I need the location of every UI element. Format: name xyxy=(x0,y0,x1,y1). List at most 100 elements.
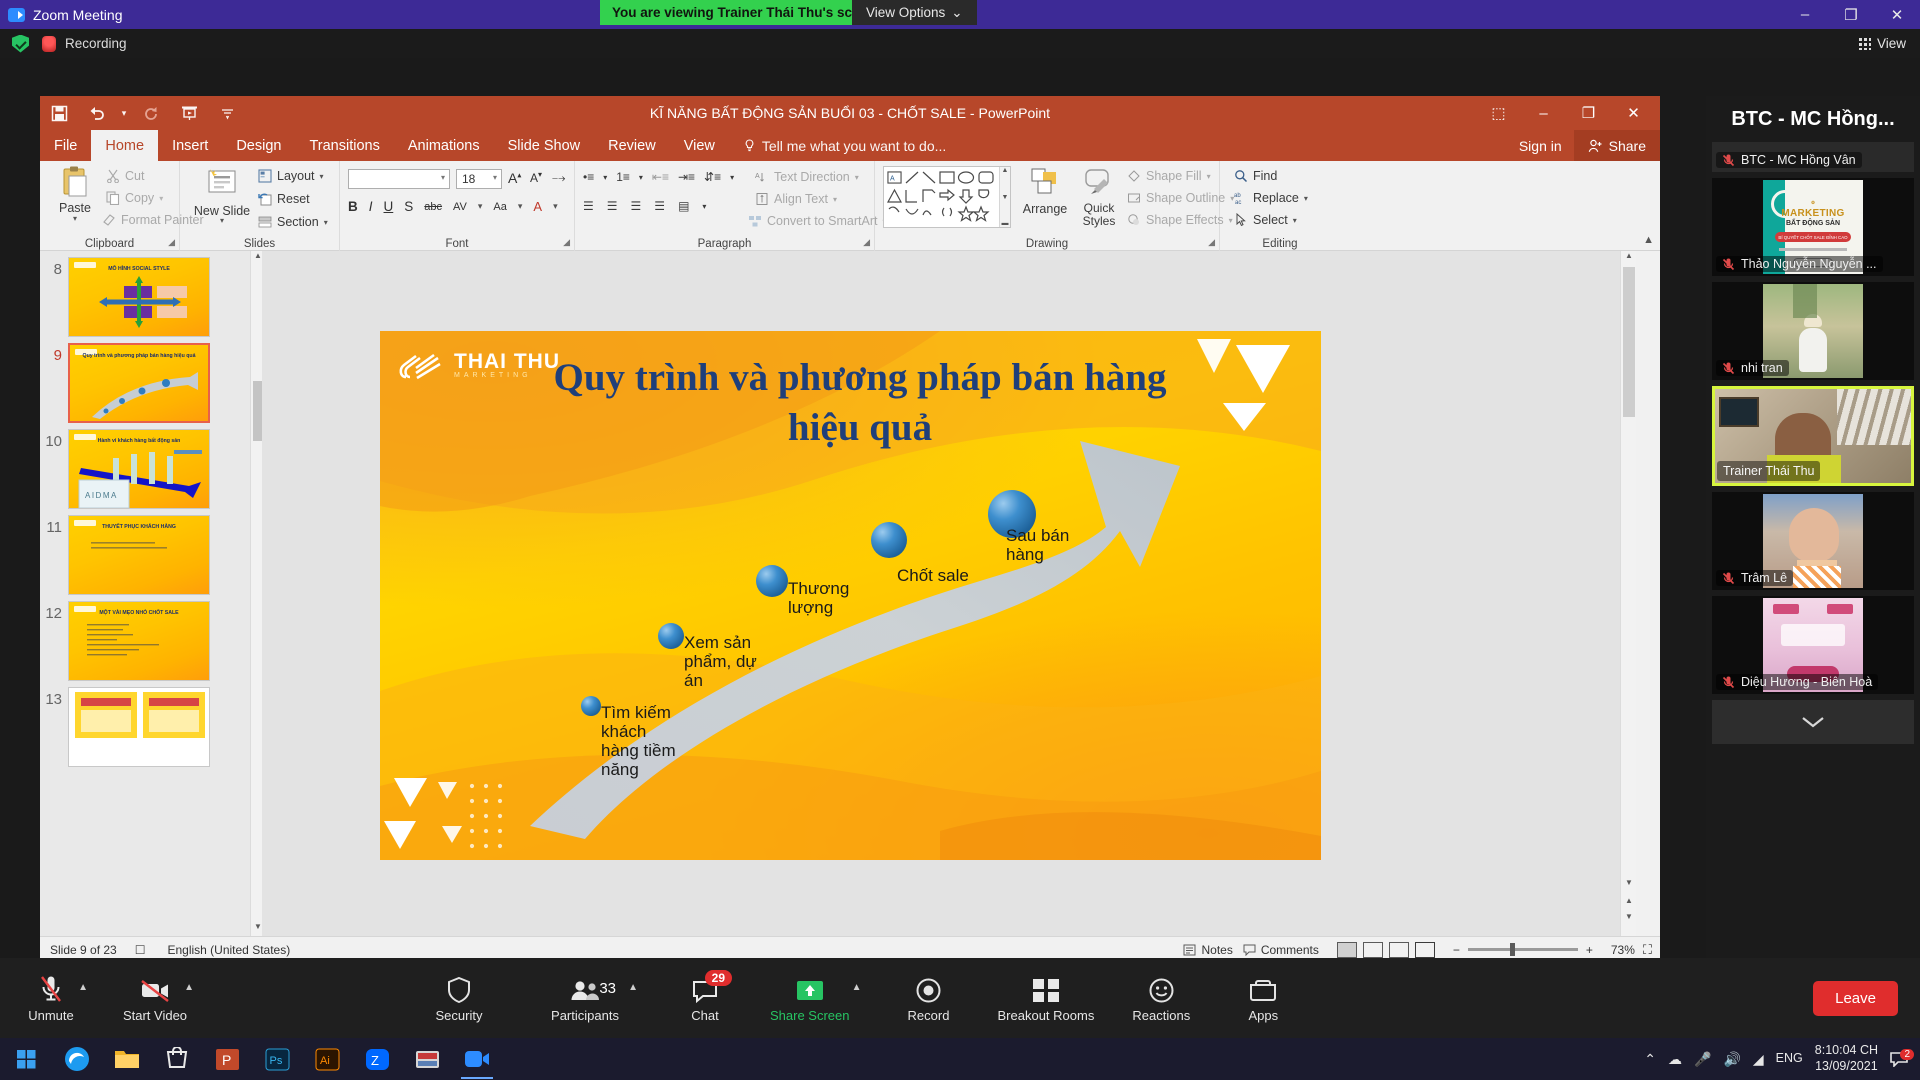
start-presentation-icon[interactable] xyxy=(170,96,208,130)
zoom-minimize-button[interactable]: – xyxy=(1782,0,1828,29)
reactions-button[interactable]: Reactions xyxy=(1124,958,1198,1038)
save-icon[interactable] xyxy=(40,96,78,130)
increase-font-size-icon[interactable]: A▴ xyxy=(508,170,521,186)
chat-button[interactable]: Chat 29 xyxy=(668,958,742,1038)
underline-button[interactable]: U xyxy=(384,199,394,214)
unmute-button[interactable]: Unmute ▲ xyxy=(14,958,88,1038)
step-label-2[interactable]: Xem sản phẩm, dự án xyxy=(684,633,772,690)
zoom-app-icon[interactable] xyxy=(452,1038,502,1080)
speaker-icon[interactable]: 🔊 xyxy=(1723,1051,1740,1068)
tab-design[interactable]: Design xyxy=(222,130,295,161)
sign-in-button[interactable]: Sign in xyxy=(1507,138,1574,154)
replace-button[interactable]: abac Replace ▾ xyxy=(1234,191,1308,205)
customize-qat-icon[interactable] xyxy=(208,96,246,130)
drawing-dialog-launcher[interactable]: ◢ xyxy=(1208,237,1215,248)
powerpoint-icon[interactable]: P xyxy=(202,1038,252,1080)
fit-to-window-icon[interactable]: ⛶ xyxy=(1643,942,1652,958)
slide-thumbnails-panel[interactable]: 8 MÔ HÌNH SOCIAL STYLE 9 Quy trình xyxy=(40,251,250,936)
numbering-dropdown-icon[interactable]: ▾ xyxy=(639,173,643,182)
tab-file[interactable]: File xyxy=(40,130,91,161)
participants-button[interactable]: Participants 33 ▲ xyxy=(548,958,622,1038)
step-label-1[interactable]: Tìm kiếm khách hàng tiềm năng xyxy=(601,703,679,779)
share-screen-button[interactable]: Share Screen ▲ xyxy=(770,958,850,1038)
paste-button[interactable]: Paste ▾ xyxy=(52,165,98,223)
participant-tile-dieu-huong[interactable]: Diệu Hương - Biên Hoà xyxy=(1712,596,1914,694)
convert-to-smartart-button[interactable]: Convert to SmartArt ▾ xyxy=(748,214,886,228)
participant-tile-thao-nguyen[interactable]: ⚙ MARKETING BẤT ĐỘNG SẢN BÍ QUYẾT CHỐT S… xyxy=(1712,178,1914,276)
security-button[interactable]: Security xyxy=(422,958,496,1038)
layout-dropdown-icon[interactable]: ▾ xyxy=(320,172,324,181)
bold-button[interactable]: B xyxy=(348,199,358,214)
thumbnail-slide-8[interactable]: 8 MÔ HÌNH SOCIAL STYLE xyxy=(40,251,250,337)
new-slide-button[interactable]: New Slide ▾ xyxy=(194,167,250,225)
text-direction-dropdown-icon[interactable]: ▾ xyxy=(855,173,859,182)
decrease-indent-button[interactable]: ⇤≡ xyxy=(652,170,669,184)
language-indicator[interactable]: ENG xyxy=(1776,1051,1803,1067)
reading-view-button[interactable] xyxy=(1389,942,1409,958)
font-size-dropdown-icon[interactable]: ▾ xyxy=(493,173,497,182)
share-screen-chevron-icon[interactable]: ▲ xyxy=(852,982,862,993)
zalo-icon[interactable]: Z xyxy=(352,1038,402,1080)
undo-icon[interactable] xyxy=(78,96,116,130)
zoom-in-button[interactable]: + xyxy=(1586,943,1593,957)
select-dropdown-icon[interactable]: ▾ xyxy=(1293,216,1297,225)
thumbnail-slide-11[interactable]: 11 THUYẾT PHỤC KHÁCH HÀNG xyxy=(40,509,250,595)
tab-slide-show[interactable]: Slide Show xyxy=(494,130,595,161)
apps-button[interactable]: Apps xyxy=(1226,958,1300,1038)
share-button[interactable]: Share xyxy=(1574,130,1660,161)
microsoft-store-icon[interactable] xyxy=(152,1038,202,1080)
undo-dropdown-icon[interactable]: ▾ xyxy=(116,96,132,130)
reset-button[interactable]: Reset xyxy=(258,192,310,206)
decrease-font-size-icon[interactable]: A▾ xyxy=(530,170,542,185)
powerpoint-minimize-button[interactable]: – xyxy=(1521,96,1566,130)
current-slide[interactable]: THAI THU MARKETING Quy trình và phương p… xyxy=(380,331,1321,860)
step-label-5[interactable]: Sau bán hàng xyxy=(1006,526,1084,564)
network-icon[interactable]: ◢ xyxy=(1753,1051,1764,1068)
illustrator-icon[interactable]: Ai xyxy=(302,1038,352,1080)
notification-center-button[interactable]: 2 xyxy=(1890,1051,1908,1067)
tab-review[interactable]: Review xyxy=(594,130,670,161)
thumbnail-slide-9[interactable]: 9 Quy trình và phương pháp bán hàng hiệu… xyxy=(40,337,250,423)
line-spacing-dropdown-icon[interactable]: ▾ xyxy=(730,173,734,182)
participant-tile-btc-mc-hong-van[interactable]: BTC - MC Hồng Vân xyxy=(1712,142,1914,172)
thumbnail-image[interactable]: MỘT VÀI MẸO NHỎ CHỐT SALE xyxy=(68,601,210,681)
arrange-button[interactable]: Arrange xyxy=(1020,167,1070,216)
view-options-button[interactable]: View Options ⌄ xyxy=(852,0,977,25)
shape-effects-button[interactable]: Shape Effects ▾ xyxy=(1127,213,1233,227)
shapes-gallery[interactable]: A ▲ ▼ ▬ xyxy=(883,166,1011,228)
previous-slide-icon[interactable]: ▲ xyxy=(1621,896,1637,910)
character-spacing-dropdown-icon[interactable]: ▾ xyxy=(478,201,483,212)
paste-dropdown-icon[interactable]: ▾ xyxy=(52,214,98,223)
columns-button[interactable]: ▤ xyxy=(678,199,689,213)
shape-fill-button[interactable]: Shape Fill ▾ xyxy=(1127,169,1211,183)
record-button[interactable]: Record xyxy=(892,958,966,1038)
audio-options-chevron-icon[interactable]: ▲ xyxy=(78,982,88,993)
shape-outline-button[interactable]: Shape Outline ▾ xyxy=(1127,191,1234,205)
thumbnail-slide-13[interactable]: 13 xyxy=(40,681,250,767)
view-layout-button[interactable]: View xyxy=(1859,29,1906,58)
step-label-4[interactable]: Chốt sale xyxy=(897,566,987,585)
align-center-button[interactable]: ☰ xyxy=(607,199,618,213)
shapes-scroll-down-icon[interactable]: ▼ xyxy=(1002,194,1009,201)
edge-icon[interactable] xyxy=(52,1038,102,1080)
align-right-button[interactable]: ☰ xyxy=(631,199,642,213)
shapes-more-icon[interactable]: ▬ xyxy=(1002,220,1009,227)
character-spacing-button[interactable]: AV xyxy=(453,201,467,213)
powerpoint-close-button[interactable]: ✕ xyxy=(1611,96,1656,130)
microphone-icon[interactable]: 🎤 xyxy=(1694,1051,1711,1068)
start-button[interactable] xyxy=(0,1038,52,1080)
paragraph-dialog-launcher[interactable]: ◢ xyxy=(863,237,870,248)
tab-view[interactable]: View xyxy=(670,130,729,161)
replace-dropdown-icon[interactable]: ▾ xyxy=(1304,194,1308,203)
zoom-out-button[interactable]: − xyxy=(1453,943,1460,957)
clock[interactable]: 8:10:04 CH 13/09/2021 xyxy=(1815,1043,1878,1074)
strikethrough-button[interactable]: abc xyxy=(424,201,442,213)
zoom-slider-handle[interactable] xyxy=(1510,943,1515,956)
start-video-button[interactable]: Start Video ▲ xyxy=(118,958,192,1038)
language-indicator[interactable]: English (United States) xyxy=(167,943,290,957)
section-dropdown-icon[interactable]: ▾ xyxy=(324,218,328,227)
clipboard-dialog-launcher[interactable]: ◢ xyxy=(168,237,175,248)
slide-canvas[interactable]: THAI THU MARKETING Quy trình và phương p… xyxy=(262,251,1636,936)
powerpoint-restore-button[interactable]: ❐ xyxy=(1566,96,1611,130)
thumbnail-image[interactable]: Hành vi khách hàng bất động sản AIDMA xyxy=(68,429,210,509)
